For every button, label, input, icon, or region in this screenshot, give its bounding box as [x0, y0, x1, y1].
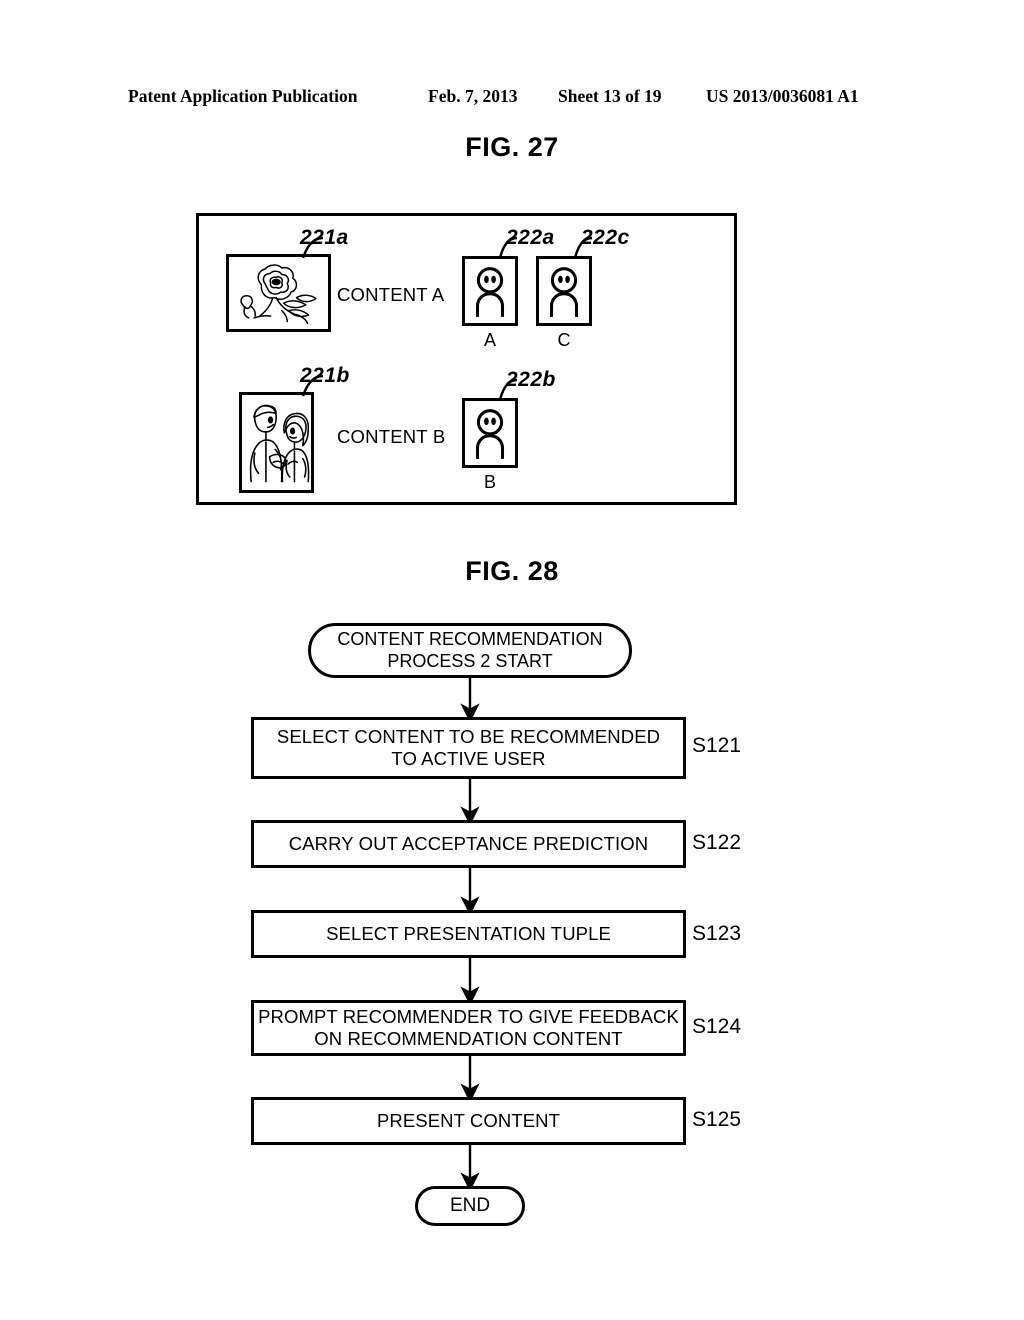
flowchart-step-s125: PRESENT CONTENT [251, 1097, 686, 1145]
publication-header: Patent Application Publication Feb. 7, 2… [0, 86, 1024, 110]
reference-numeral-222a: 222a [506, 226, 555, 249]
step-id-s125: S125 [692, 1108, 742, 1131]
flowchart-start-node: CONTENT RECOMMENDATION PROCESS 2 START [308, 623, 632, 678]
step-s123-label: SELECT PRESENTATION TUPLE [326, 922, 611, 944]
flowchart-step-s122: CARRY OUT ACCEPTANCE PREDICTION [251, 820, 686, 868]
content-a-label: CONTENT A [337, 284, 445, 305]
reference-numeral-221a: 221a [300, 226, 349, 249]
flowchart-end-node: END [415, 1186, 525, 1226]
user-icon-box-222c [536, 256, 592, 326]
step-id-s121: S121 [692, 734, 742, 757]
step-id-s124: S124 [692, 1015, 742, 1038]
step-s125-label: PRESENT CONTENT [376, 1109, 561, 1131]
content-b-label: CONTENT B [337, 426, 446, 447]
step-s122-label: CARRY OUT ACCEPTANCE PREDICTION [288, 832, 649, 854]
reference-numeral-222c: 222c [581, 226, 630, 249]
step-s121-label: SELECT CONTENT TO BE RECOMMENDED TO ACTI… [276, 725, 661, 769]
reference-numeral-222b: 222b [506, 368, 556, 391]
user-name-c: C [557, 330, 571, 350]
step-s124-label: PROMPT RECOMMENDER TO GIVE FEEDBACK ON R… [258, 1005, 679, 1049]
end-node-label: END [449, 1194, 491, 1216]
flowchart-step-s123: SELECT PRESENTATION TUPLE [251, 910, 686, 958]
user-name-b: B [483, 472, 496, 492]
header-publication-text: Patent Application Publication [128, 86, 358, 106]
header-sheet-text: Sheet 13 of 19 [558, 86, 662, 106]
content-a-thumbnail [226, 254, 331, 332]
user-icon-box-222b [462, 398, 518, 468]
figure-28-title: FIG. 28 [465, 556, 559, 586]
flowchart-step-s121: SELECT CONTENT TO BE RECOMMENDED TO ACTI… [251, 717, 686, 779]
reference-numeral-221b: 221b [300, 364, 350, 387]
header-date-text: Feb. 7, 2013 [428, 86, 518, 106]
figure-27-title: FIG. 27 [465, 132, 559, 162]
flowchart-step-s124: PROMPT RECOMMENDER TO GIVE FEEDBACK ON R… [251, 1000, 686, 1056]
user-icon-box-222a [462, 256, 518, 326]
figure-27-frame: CONTENT A 221a A 222a C 222c CONTENT B 2… [196, 213, 737, 505]
content-b-thumbnail [239, 392, 314, 493]
user-name-a: A [483, 330, 496, 350]
step-id-s123: S123 [692, 922, 742, 945]
start-node-label: CONTENT RECOMMENDATION PROCESS 2 START [337, 629, 603, 671]
step-id-s122: S122 [692, 831, 742, 854]
header-publication-number: US 2013/0036081 A1 [706, 86, 859, 106]
